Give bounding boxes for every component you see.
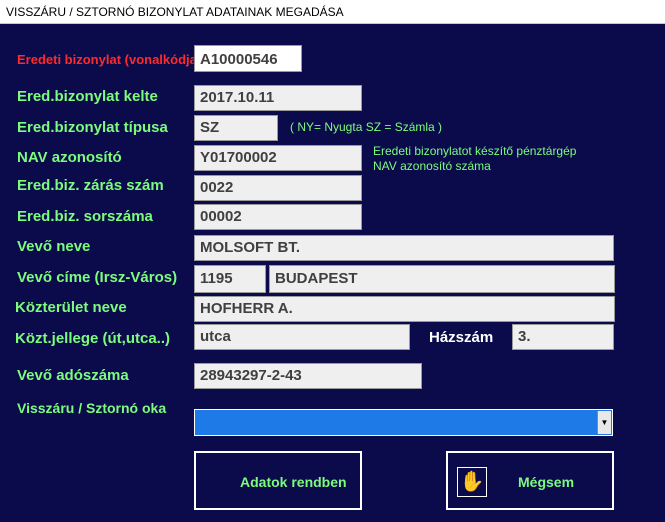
serial-number-label: Ered.biz. sorszáma <box>17 208 153 225</box>
original-type-label: Ered.bizonylat típusa <box>17 119 168 136</box>
nav-id-note-line1: Eredeti bizonylatot készítő pénztárgép <box>373 144 577 158</box>
street-type-input[interactable]: utca <box>194 324 410 350</box>
buyer-zip-input[interactable]: 1195 <box>194 265 266 293</box>
street-type-label: Közt.jellege (út,utca..) <box>15 330 171 347</box>
house-number-label: Házszám <box>429 329 494 346</box>
serial-number-input[interactable]: 00002 <box>194 204 362 230</box>
reason-label: Visszáru / Sztornó oka <box>17 400 167 416</box>
dropdown-arrow-icon[interactable]: ▼ <box>597 411 611 434</box>
tax-number-input[interactable]: 28943297-2-43 <box>194 363 422 389</box>
closing-number-input[interactable]: 0022 <box>194 175 362 201</box>
hand-icon: ✋ <box>457 467 487 497</box>
closing-number-label: Ered.biz. zárás szám <box>17 177 164 194</box>
nav-id-input[interactable]: Y01700002 <box>194 145 362 171</box>
original-date-label: Ered.bizonylat kelte <box>17 88 158 105</box>
nav-id-label: NAV azonosító <box>17 149 122 166</box>
buyer-name-input[interactable]: MOLSOFT BT. <box>194 235 614 261</box>
cancel-button-label: Mégsem <box>518 474 575 490</box>
cancel-button[interactable]: ✋ Mégsem <box>446 451 614 510</box>
buyer-name-label: Vevő neve <box>17 238 91 255</box>
street-name-label: Közterület neve <box>15 299 127 316</box>
original-barcode-input[interactable]: A10000546 <box>194 45 302 72</box>
data-ok-button-label: Adatok rendben <box>240 474 347 490</box>
house-number-input[interactable]: 3. <box>512 324 614 350</box>
original-type-input[interactable]: SZ <box>194 115 278 141</box>
original-type-hint: ( NY= Nyugta SZ = Számla ) <box>290 120 443 134</box>
data-ok-button[interactable]: Adatok rendben <box>194 451 362 510</box>
window-title: VISSZÁRU / SZTORNÓ BIZONYLAT ADATAINAK M… <box>6 5 344 19</box>
reason-select[interactable]: ▼ <box>194 409 613 436</box>
buyer-address-label: Vevő címe (Irsz-Város) <box>17 269 178 286</box>
original-date-input[interactable]: 2017.10.11 <box>194 85 362 111</box>
window-titlebar: VISSZÁRU / SZTORNÓ BIZONYLAT ADATAINAK M… <box>0 0 665 24</box>
buyer-city-input[interactable]: BUDAPEST <box>269 265 615 293</box>
street-name-input[interactable]: HOFHERR A. <box>194 296 615 322</box>
tax-number-label: Vevő adószáma <box>17 367 129 384</box>
nav-id-note-line2: NAV azonosító száma <box>373 159 491 173</box>
original-barcode-label: Eredeti bizonylat (vonalkódja:) <box>17 52 206 67</box>
